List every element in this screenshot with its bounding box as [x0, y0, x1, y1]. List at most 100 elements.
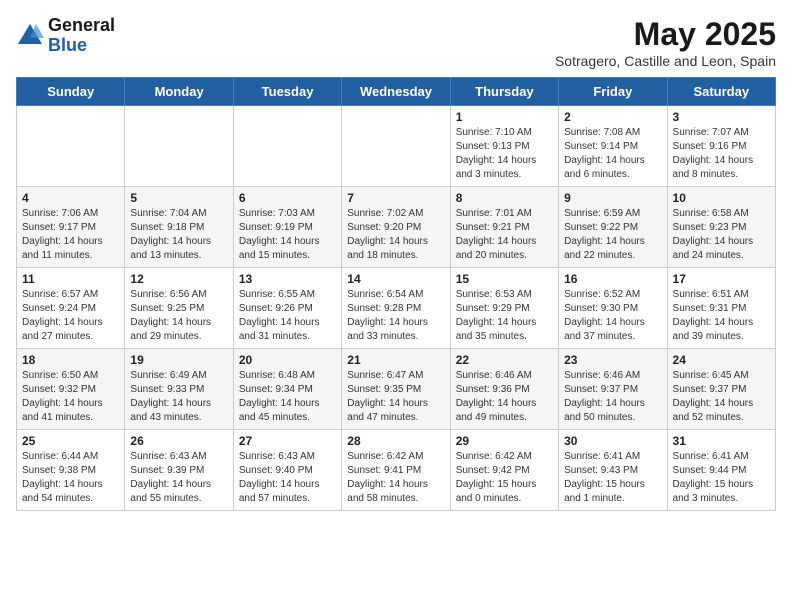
calendar-cell: 30 Sunrise: 6:41 AM Sunset: 9:43 PM Dayli…: [559, 430, 667, 511]
day-number: 31: [673, 434, 770, 448]
day-info: Sunrise: 6:46 AM Sunset: 9:37 PM Dayligh…: [564, 369, 661, 425]
calendar-cell: 21 Sunrise: 6:47 AM Sunset: 9:35 PM Dayli…: [342, 349, 450, 430]
day-info: Sunrise: 6:42 AM Sunset: 9:42 PM Dayligh…: [456, 450, 553, 506]
weekday-header-tuesday: Tuesday: [233, 78, 341, 106]
day-info: Sunrise: 7:01 AM Sunset: 9:21 PM Dayligh…: [456, 207, 553, 263]
day-info: Sunrise: 7:04 AM Sunset: 9:18 PM Dayligh…: [130, 207, 227, 263]
calendar-cell: 14 Sunrise: 6:54 AM Sunset: 9:28 PM Dayli…: [342, 268, 450, 349]
calendar-cell: 5 Sunrise: 7:04 AM Sunset: 9:18 PM Daylig…: [125, 187, 233, 268]
day-number: 23: [564, 353, 661, 367]
calendar-cell: 12 Sunrise: 6:56 AM Sunset: 9:25 PM Dayli…: [125, 268, 233, 349]
calendar-cell: 19Sunrise: 6:49 AM Sunset: 9:33 PM Dayli…: [125, 349, 233, 430]
calendar-table: SundayMondayTuesdayWednesdayThursdayFrid…: [16, 77, 776, 511]
day-number: 18: [22, 353, 119, 367]
calendar-cell: 26Sunrise: 6:43 AM Sunset: 9:39 PM Dayli…: [125, 430, 233, 511]
calendar-cell: [17, 106, 125, 187]
calendar-cell: 20Sunrise: 6:48 AM Sunset: 9:34 PM Dayli…: [233, 349, 341, 430]
calendar-cell: 7 Sunrise: 7:02 AM Sunset: 9:20 PM Daylig…: [342, 187, 450, 268]
day-number: 10: [673, 191, 770, 205]
day-info: Sunrise: 6:46 AM Sunset: 9:36 PM Dayligh…: [456, 369, 553, 425]
day-number: 3: [673, 110, 770, 124]
day-info: Sunrise: 6:51 AM Sunset: 9:31 PM Dayligh…: [673, 288, 770, 344]
day-number: 21: [347, 353, 444, 367]
calendar-cell: 15 Sunrise: 6:53 AM Sunset: 9:29 PM Dayli…: [450, 268, 558, 349]
calendar-cell: 27 Sunrise: 6:43 AM Sunset: 9:40 PM Dayli…: [233, 430, 341, 511]
weekday-header-row: SundayMondayTuesdayWednesdayThursdayFrid…: [17, 78, 776, 106]
calendar-cell: 16 Sunrise: 6:52 AM Sunset: 9:30 PM Dayli…: [559, 268, 667, 349]
day-info: Sunrise: 6:56 AM Sunset: 9:25 PM Dayligh…: [130, 288, 227, 344]
day-info: Sunrise: 6:59 AM Sunset: 9:22 PM Dayligh…: [564, 207, 661, 263]
day-number: 4: [22, 191, 119, 205]
day-info: Sunrise: 6:58 AM Sunset: 9:23 PM Dayligh…: [673, 207, 770, 263]
day-number: 28: [347, 434, 444, 448]
calendar-cell: 1 Sunrise: 7:10 AM Sunset: 9:13 PM Daylig…: [450, 106, 558, 187]
day-number: 27: [239, 434, 336, 448]
day-info: Sunrise: 6:54 AM Sunset: 9:28 PM Dayligh…: [347, 288, 444, 344]
day-info: Sunrise: 7:10 AM Sunset: 9:13 PM Dayligh…: [456, 126, 553, 182]
calendar-cell: 11Sunrise: 6:57 AM Sunset: 9:24 PM Dayli…: [17, 268, 125, 349]
weekday-header-thursday: Thursday: [450, 78, 558, 106]
weekday-header-sunday: Sunday: [17, 78, 125, 106]
calendar-cell: 8Sunrise: 7:01 AM Sunset: 9:21 PM Daylig…: [450, 187, 558, 268]
calendar-cell: 28 Sunrise: 6:42 AM Sunset: 9:41 PM Dayli…: [342, 430, 450, 511]
week-row-5: 25 Sunrise: 6:44 AM Sunset: 9:38 PM Dayli…: [17, 430, 776, 511]
day-number: 1: [456, 110, 553, 124]
calendar-cell: 13Sunrise: 6:55 AM Sunset: 9:26 PM Dayli…: [233, 268, 341, 349]
calendar-cell: [233, 106, 341, 187]
weekday-header-monday: Monday: [125, 78, 233, 106]
week-row-4: 18 Sunrise: 6:50 AM Sunset: 9:32 PM Dayli…: [17, 349, 776, 430]
calendar-cell: 29 Sunrise: 6:42 AM Sunset: 9:42 PM Dayli…: [450, 430, 558, 511]
day-info: Sunrise: 6:50 AM Sunset: 9:32 PM Dayligh…: [22, 369, 119, 425]
day-number: 30: [564, 434, 661, 448]
day-info: Sunrise: 6:55 AM Sunset: 9:26 PM Dayligh…: [239, 288, 336, 344]
calendar-cell: 22 Sunrise: 6:46 AM Sunset: 9:36 PM Dayli…: [450, 349, 558, 430]
day-number: 2: [564, 110, 661, 124]
calendar-cell: 2 Sunrise: 7:08 AM Sunset: 9:14 PM Daylig…: [559, 106, 667, 187]
calendar-cell: 25 Sunrise: 6:44 AM Sunset: 9:38 PM Dayli…: [17, 430, 125, 511]
day-info: Sunrise: 6:53 AM Sunset: 9:29 PM Dayligh…: [456, 288, 553, 344]
day-info: Sunrise: 6:41 AM Sunset: 9:43 PM Dayligh…: [564, 450, 661, 506]
day-number: 25: [22, 434, 119, 448]
calendar-cell: 4 Sunrise: 7:06 AM Sunset: 9:17 PM Daylig…: [17, 187, 125, 268]
weekday-header-friday: Friday: [559, 78, 667, 106]
day-number: 14: [347, 272, 444, 286]
day-number: 9: [564, 191, 661, 205]
day-number: 29: [456, 434, 553, 448]
weekday-header-wednesday: Wednesday: [342, 78, 450, 106]
calendar-cell: [125, 106, 233, 187]
day-info: Sunrise: 7:02 AM Sunset: 9:20 PM Dayligh…: [347, 207, 444, 263]
day-info: Sunrise: 6:47 AM Sunset: 9:35 PM Dayligh…: [347, 369, 444, 425]
logo-blue-text: Blue: [48, 36, 115, 56]
day-number: 15: [456, 272, 553, 286]
day-number: 16: [564, 272, 661, 286]
calendar-cell: 23 Sunrise: 6:46 AM Sunset: 9:37 PM Dayli…: [559, 349, 667, 430]
day-info: Sunrise: 7:06 AM Sunset: 9:17 PM Dayligh…: [22, 207, 119, 263]
day-number: 17: [673, 272, 770, 286]
day-number: 22: [456, 353, 553, 367]
day-info: Sunrise: 6:52 AM Sunset: 9:30 PM Dayligh…: [564, 288, 661, 344]
day-number: 7: [347, 191, 444, 205]
day-info: Sunrise: 6:43 AM Sunset: 9:39 PM Dayligh…: [130, 450, 227, 506]
day-number: 5: [130, 191, 227, 205]
day-info: Sunrise: 6:41 AM Sunset: 9:44 PM Dayligh…: [673, 450, 770, 506]
calendar-cell: 9 Sunrise: 6:59 AM Sunset: 9:22 PM Daylig…: [559, 187, 667, 268]
day-info: Sunrise: 7:07 AM Sunset: 9:16 PM Dayligh…: [673, 126, 770, 182]
month-year-title: May 2025: [555, 16, 776, 53]
day-info: Sunrise: 6:57 AM Sunset: 9:24 PM Dayligh…: [22, 288, 119, 344]
title-area: May 2025 Sotragero, Castille and Leon, S…: [555, 16, 776, 69]
day-number: 12: [130, 272, 227, 286]
logo: General Blue: [16, 16, 115, 56]
day-info: Sunrise: 6:42 AM Sunset: 9:41 PM Dayligh…: [347, 450, 444, 506]
day-number: 24: [673, 353, 770, 367]
day-info: Sunrise: 6:49 AM Sunset: 9:33 PM Dayligh…: [130, 369, 227, 425]
location-subtitle: Sotragero, Castille and Leon, Spain: [555, 53, 776, 69]
calendar-cell: 10 Sunrise: 6:58 AM Sunset: 9:23 PM Dayli…: [667, 187, 775, 268]
calendar-cell: 31 Sunrise: 6:41 AM Sunset: 9:44 PM Dayli…: [667, 430, 775, 511]
day-info: Sunrise: 6:44 AM Sunset: 9:38 PM Dayligh…: [22, 450, 119, 506]
day-info: Sunrise: 6:43 AM Sunset: 9:40 PM Dayligh…: [239, 450, 336, 506]
calendar-cell: 3 Sunrise: 7:07 AM Sunset: 9:16 PM Daylig…: [667, 106, 775, 187]
day-info: Sunrise: 7:08 AM Sunset: 9:14 PM Dayligh…: [564, 126, 661, 182]
calendar-cell: 18 Sunrise: 6:50 AM Sunset: 9:32 PM Dayli…: [17, 349, 125, 430]
logo-general-text: General: [48, 16, 115, 36]
day-number: 6: [239, 191, 336, 205]
